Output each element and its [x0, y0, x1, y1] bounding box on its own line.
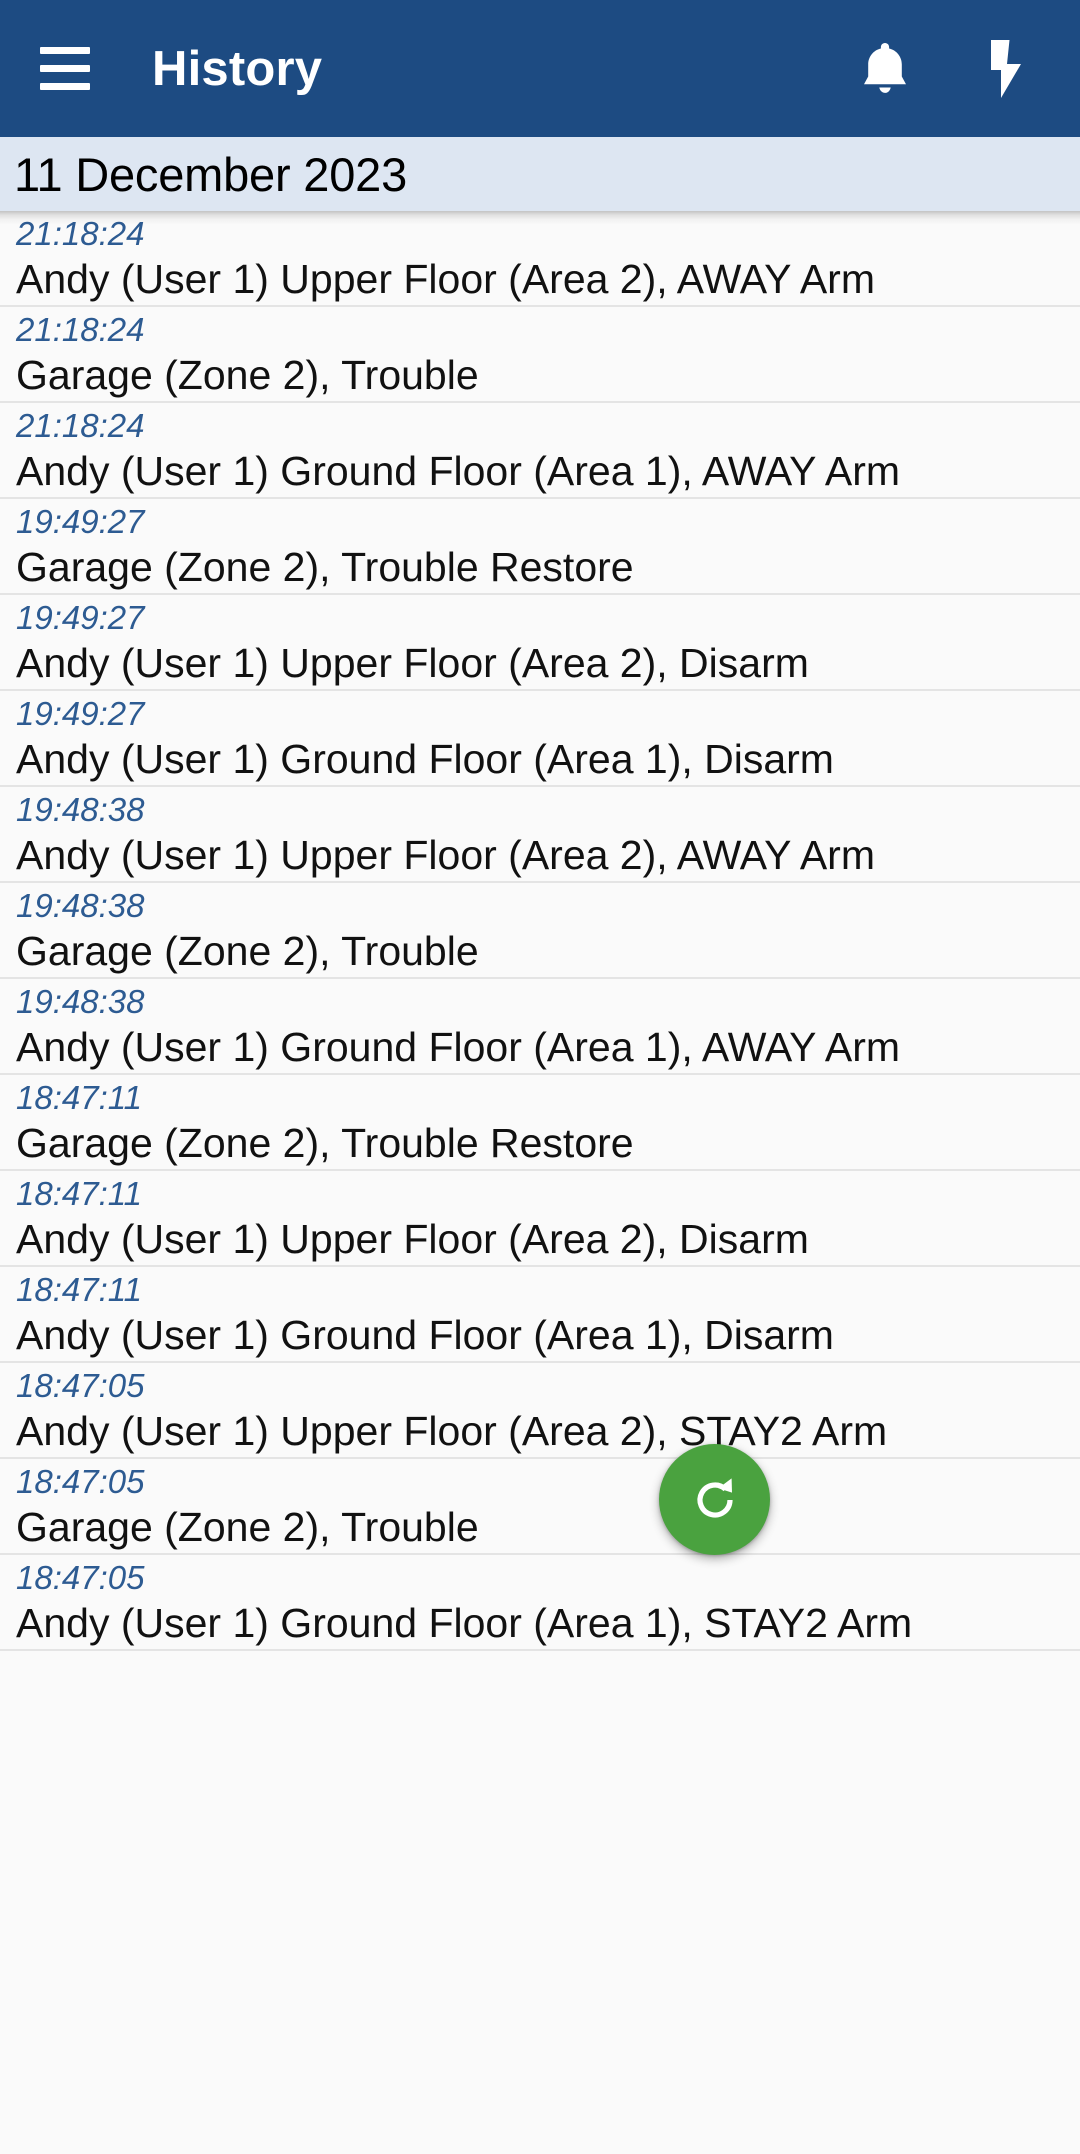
event-timestamp: 18:47:11: [16, 1174, 143, 1212]
list-item[interactable]: 18:47:11 Garage (Zone 2), Trouble Restore: [0, 1075, 1080, 1171]
event-timestamp: 18:47:05: [16, 1366, 145, 1404]
app-bar-actions: [848, 32, 1054, 106]
event-description: Garage (Zone 2), Trouble: [16, 927, 479, 974]
event-timestamp: 19:49:27: [16, 694, 145, 732]
event-description: Garage (Zone 2), Trouble Restore: [16, 1119, 634, 1166]
hamburger-line: [40, 47, 90, 54]
event-description: Garage (Zone 2), Trouble: [16, 351, 479, 398]
list-item[interactable]: 18:47:11 Andy (User 1) Ground Floor (Area…: [0, 1267, 1080, 1363]
event-description: Andy (User 1) Upper Floor (Area 2), STAY…: [16, 1407, 888, 1454]
event-timestamp: 21:18:24: [16, 214, 145, 252]
app-bar: History: [0, 0, 1080, 137]
event-description: Andy (User 1) Upper Floor (Area 2), Disa…: [16, 1215, 809, 1262]
event-timestamp: 19:48:38: [16, 982, 145, 1020]
list-item[interactable]: 19:49:27 Andy (User 1) Upper Floor (Area …: [0, 595, 1080, 691]
event-description: Garage (Zone 2), Trouble Restore: [16, 543, 634, 590]
event-timestamp: 19:48:38: [16, 790, 145, 828]
history-screen: History 11 December 2023 21:18:24 Andy (U…: [0, 0, 1080, 2154]
hamburger-line: [40, 83, 90, 90]
list-item[interactable]: 21:18:24 Garage (Zone 2), Trouble: [0, 307, 1080, 403]
refresh-icon: [696, 1477, 733, 1518]
event-description: Andy (User 1) Upper Floor (Area 2), Disa…: [16, 639, 809, 686]
event-timestamp: 21:18:24: [16, 310, 145, 348]
event-description: Andy (User 1) Ground Floor (Area 1), Dis…: [16, 735, 834, 782]
list-item[interactable]: 19:49:27 Andy (User 1) Ground Floor (Area…: [0, 691, 1080, 787]
event-description: Andy (User 1) Ground Floor (Area 1), AWA…: [16, 1023, 901, 1070]
page-title: History: [152, 41, 323, 96]
event-timestamp: 21:18:24: [16, 406, 145, 444]
event-description: Andy (User 1) Upper Floor (Area 2), AWAY…: [16, 255, 875, 302]
event-description: Andy (User 1) Ground Floor (Area 1), Dis…: [16, 1311, 834, 1358]
refresh-fab-button[interactable]: [659, 1444, 770, 1555]
event-timestamp: 19:49:27: [16, 598, 145, 636]
list-item[interactable]: 18:47:11 Andy (User 1) Upper Floor (Area …: [0, 1171, 1080, 1267]
event-timestamp: 18:47:11: [16, 1078, 143, 1116]
list-item[interactable]: 19:48:38 Andy (User 1) Ground Floor (Area…: [0, 979, 1080, 1075]
event-timestamp: 18:47:05: [16, 1558, 145, 1596]
bell-icon[interactable]: [848, 32, 922, 106]
event-description: Andy (User 1) Ground Floor (Area 1), STA…: [16, 1599, 913, 1646]
list-item[interactable]: 21:18:24 Andy (User 1) Ground Floor (Area…: [0, 403, 1080, 499]
hamburger-line: [40, 65, 90, 72]
list-item[interactable]: 18:47:05 Andy (User 1) Ground Floor (Area…: [0, 1555, 1080, 1651]
list-item[interactable]: 19:48:38 Andy (User 1) Upper Floor (Area …: [0, 787, 1080, 883]
list-item[interactable]: 21:18:24 Andy (User 1) Upper Floor (Area …: [0, 211, 1080, 307]
event-description: Andy (User 1) Upper Floor (Area 2), AWAY…: [16, 831, 875, 878]
event-timestamp: 19:49:27: [16, 502, 145, 540]
event-description: Andy (User 1) Ground Floor (Area 1), AWA…: [16, 447, 901, 494]
event-timestamp: 18:47:05: [16, 1462, 145, 1500]
history-event-list[interactable]: 21:18:24 Andy (User 1) Upper Floor (Area …: [0, 211, 1080, 2154]
event-description: Garage (Zone 2), Trouble: [16, 1503, 479, 1550]
date-section-header: 11 December 2023: [0, 137, 1080, 225]
lightning-bolt-icon[interactable]: [968, 32, 1042, 106]
list-item[interactable]: 18:47:05 Andy (User 1) Upper Floor (Area …: [0, 1363, 1080, 1459]
event-timestamp: 18:47:11: [16, 1270, 143, 1308]
list-item[interactable]: 19:49:27 Garage (Zone 2), Trouble Restore: [0, 499, 1080, 595]
list-item[interactable]: 19:48:38 Garage (Zone 2), Trouble: [0, 883, 1080, 979]
event-timestamp: 19:48:38: [16, 886, 145, 924]
hamburger-menu-icon[interactable]: [22, 26, 108, 112]
list-item[interactable]: 18:47:05 Garage (Zone 2), Trouble: [0, 1459, 1080, 1555]
date-section-header-label: 11 December 2023: [14, 147, 408, 201]
